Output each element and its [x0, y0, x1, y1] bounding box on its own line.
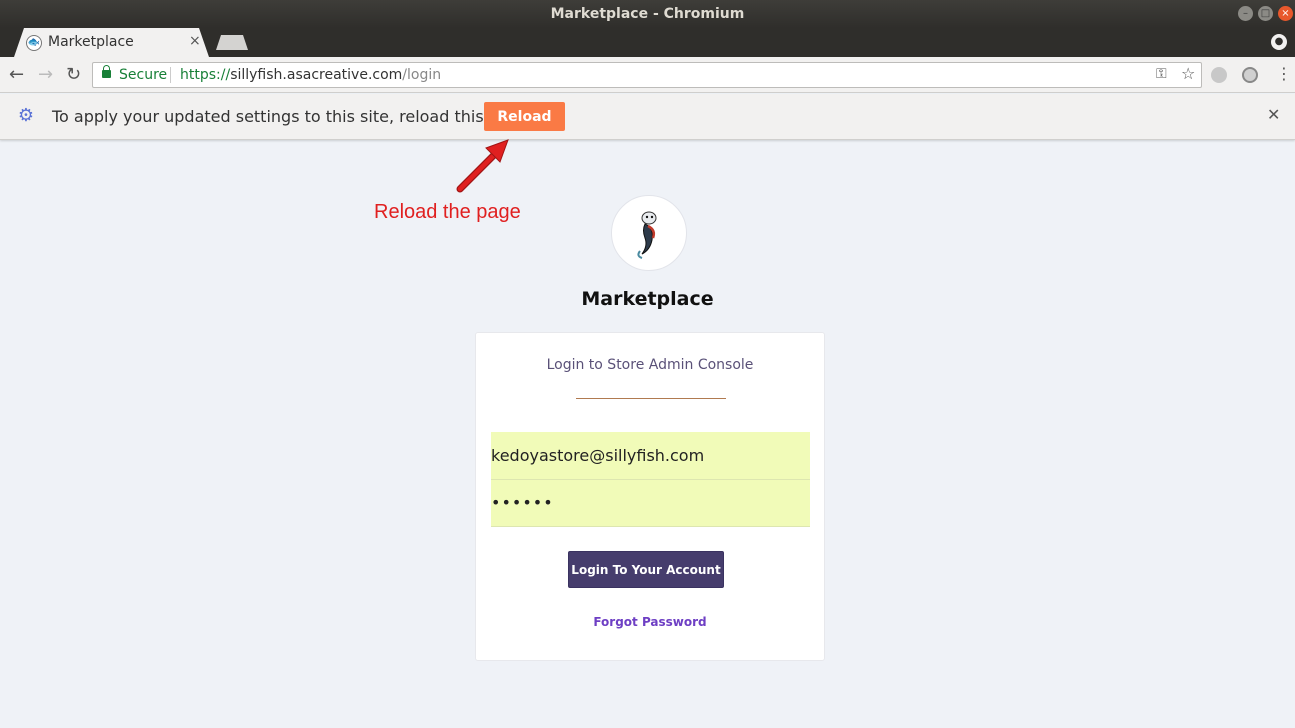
window-close-icon[interactable]: ×: [1278, 6, 1293, 21]
store-logo: [611, 195, 687, 271]
tab-title: Marketplace: [48, 34, 134, 50]
tab-strip: 🐟 Marketplace × ●: [0, 28, 1295, 57]
infobar-close-icon[interactable]: ✕: [1267, 105, 1280, 124]
new-tab-button[interactable]: [216, 35, 248, 50]
store-name: Marketplace: [581, 288, 714, 310]
email-value: kedoyastore@sillyfish.com: [491, 446, 705, 465]
minimize-icon[interactable]: –: [1238, 6, 1253, 21]
annotation-arrow-icon: [456, 139, 509, 193]
store-favicon-icon: 🐟: [26, 35, 42, 51]
tab-marketplace[interactable]: 🐟 Marketplace ×: [14, 28, 209, 57]
email-field[interactable]: kedoyastore@sillyfish.com: [491, 432, 810, 480]
password-value: ••••••: [491, 493, 554, 512]
url-path: /login: [402, 67, 442, 83]
title-divider: [576, 398, 726, 399]
maximize-icon[interactable]: □: [1258, 6, 1273, 21]
forward-icon[interactable]: →: [38, 64, 53, 85]
browser-toolbar: ← → ↻ Secure https://sillyfish.asacreati…: [0, 57, 1295, 93]
url-scheme: https://: [180, 67, 231, 83]
infobar-message: To apply your updated settings to this s…: [52, 107, 529, 126]
reload-button[interactable]: Reload: [484, 102, 565, 131]
kebab-menu-icon[interactable]: ⋮: [1276, 64, 1292, 83]
lock-icon[interactable]: [102, 65, 111, 78]
login-button[interactable]: Login To Your Account: [568, 551, 724, 588]
tab-close-icon[interactable]: ×: [189, 33, 201, 49]
password-field[interactable]: ••••••: [491, 480, 810, 527]
profile-icon[interactable]: ●: [1271, 34, 1287, 50]
login-card-title: Login to Store Admin Console: [546, 357, 754, 373]
window-title: Marketplace - Chromium: [550, 6, 745, 22]
bookmark-star-icon[interactable]: ☆: [1181, 64, 1195, 83]
fish-mascot-icon: [637, 211, 657, 259]
key-icon[interactable]: ⚿: [1156, 66, 1167, 82]
settings-infobar: ⚙ To apply your updated settings to this…: [0, 94, 1295, 140]
omnibox-divider: [170, 67, 171, 83]
address-bar[interactable]: Secure https://sillyfish.asacreative.com…: [92, 62, 1202, 88]
gear-icon: ⚙: [17, 105, 35, 126]
forgot-password-link[interactable]: Forgot Password: [476, 615, 824, 629]
window-titlebar: Marketplace - Chromium – □ ×: [0, 0, 1295, 28]
sync-extension-icon[interactable]: [1242, 67, 1258, 83]
back-icon[interactable]: ←: [9, 64, 24, 85]
url-host: sillyfish.asacreative.com: [230, 67, 403, 83]
login-card: Login to Store Admin Console kedoyastore…: [475, 332, 825, 661]
annotation-text: Reload the page: [374, 201, 521, 223]
secure-label[interactable]: Secure: [119, 67, 167, 83]
globe-extension-icon[interactable]: [1211, 67, 1227, 83]
reload-icon[interactable]: ↻: [66, 64, 81, 85]
url-text[interactable]: https://sillyfish.asacreative.com/login: [180, 67, 441, 83]
